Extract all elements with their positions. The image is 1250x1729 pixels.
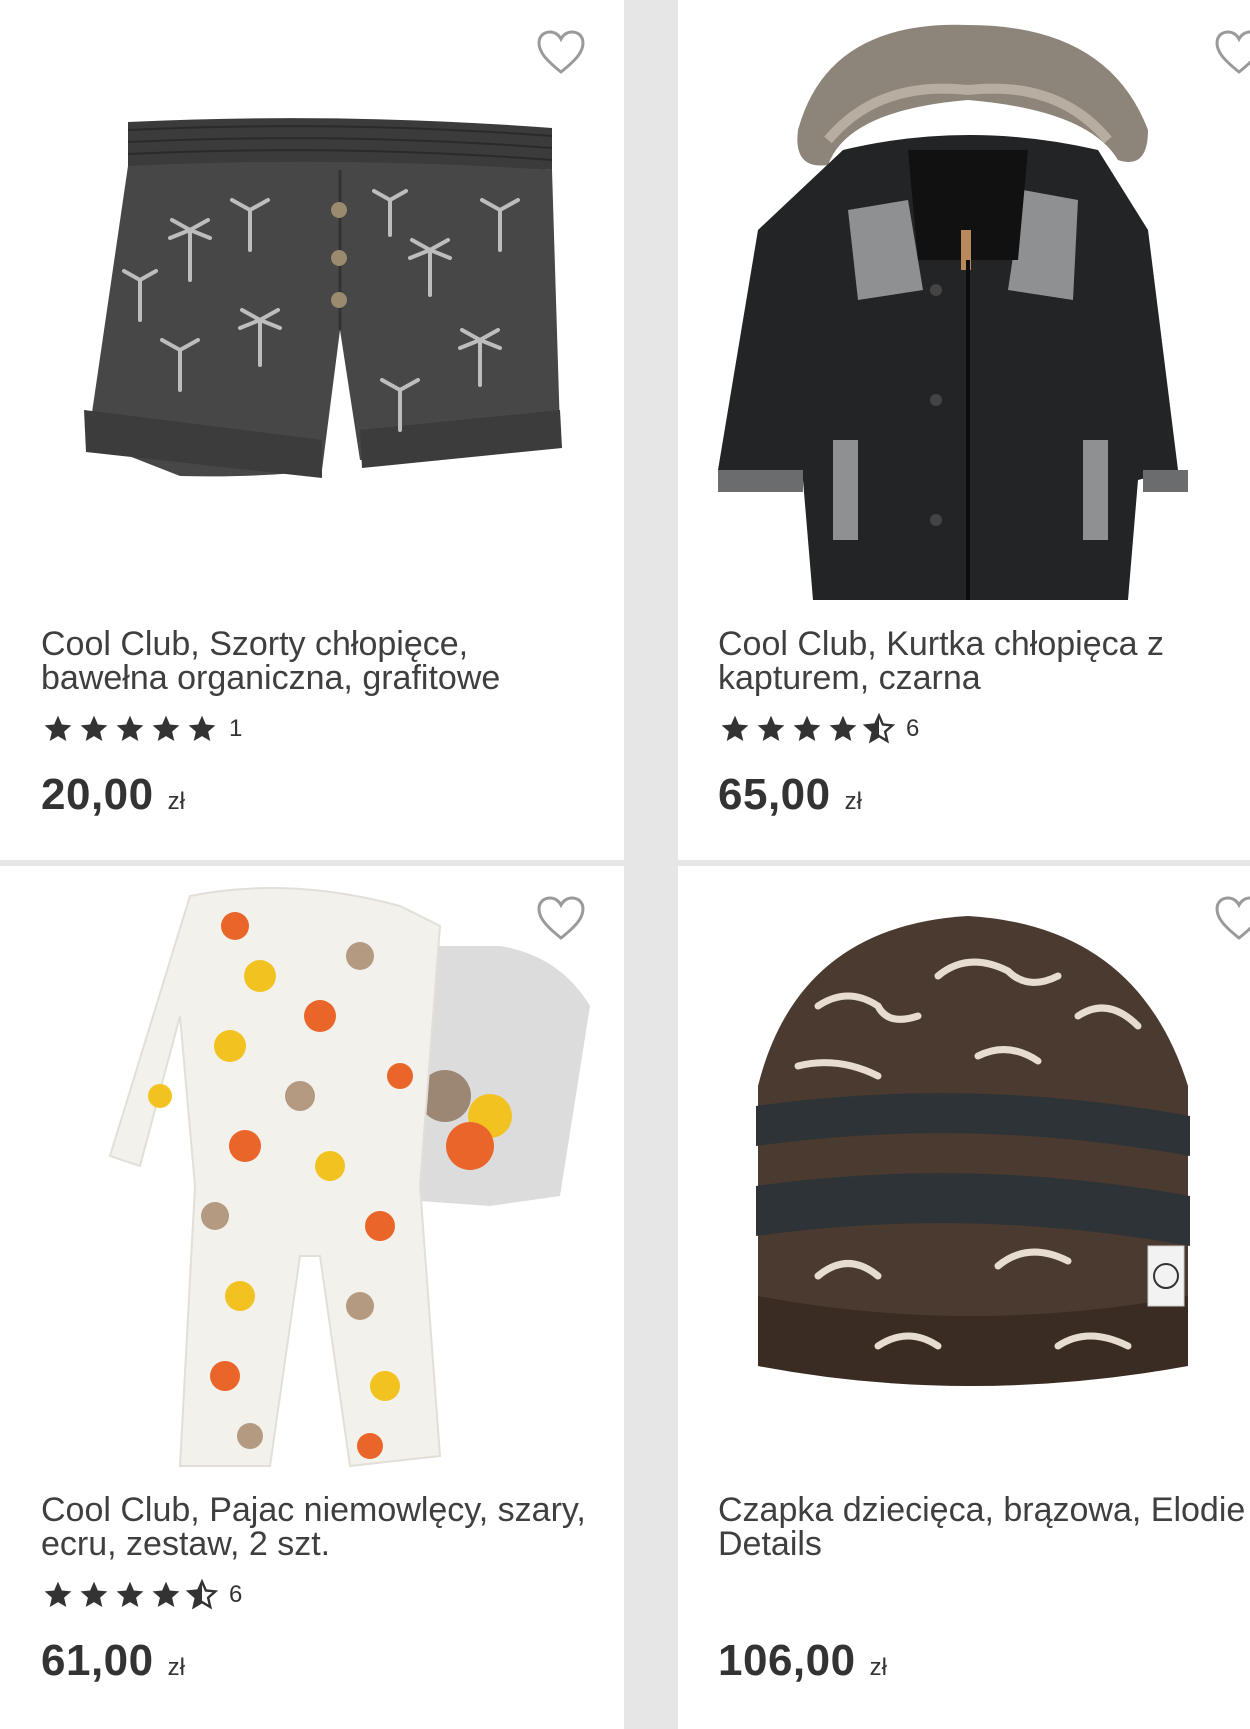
- heart-icon[interactable]: [1214, 896, 1250, 942]
- price-currency: zł: [869, 1654, 887, 1681]
- product-title[interactable]: Czapka dziecięca, brązowa, Elodie Detail…: [718, 1493, 1250, 1561]
- product-rating: 6: [718, 713, 919, 745]
- product-rating: 6: [41, 1579, 242, 1611]
- star-icon: [793, 715, 821, 741]
- rating-count: 1: [229, 715, 243, 742]
- price-currency: zł: [167, 788, 185, 815]
- star-icon: [188, 715, 216, 741]
- product-price: 61,00 zł: [41, 1636, 185, 1686]
- product-title[interactable]: Cool Club, Kurtka chłopięca z kapturem, …: [718, 627, 1250, 695]
- star-icon: [721, 715, 749, 741]
- price-value: 61,00: [41, 1636, 154, 1685]
- price-currency: zł: [167, 1654, 185, 1681]
- price-value: 65,00: [718, 770, 831, 819]
- product-title[interactable]: Cool Club, Pajac niemowlęcy, szary, ecru…: [41, 1493, 601, 1561]
- star-icon: [152, 715, 180, 741]
- price-currency: zł: [844, 788, 862, 815]
- star-icon: [116, 1581, 144, 1607]
- product-image-shorts[interactable]: [0, 0, 624, 610]
- heart-icon[interactable]: [536, 30, 586, 76]
- star-icon: [44, 715, 72, 741]
- product-card[interactable]: Czapka dziecięca, brązowa, Elodie Detail…: [678, 866, 1250, 1729]
- star-icon: [116, 715, 144, 741]
- heart-icon[interactable]: [536, 896, 586, 942]
- product-price: 20,00 zł: [41, 770, 185, 820]
- price-value: 106,00: [718, 1636, 856, 1685]
- heart-icon[interactable]: [1214, 30, 1250, 76]
- product-card[interactable]: Cool Club, Szorty chłopięce, bawełna org…: [0, 0, 624, 860]
- product-price: 106,00 zł: [718, 1636, 887, 1686]
- rating-count: 6: [229, 1581, 243, 1608]
- star-half-icon: [862, 713, 896, 744]
- product-rating: 1: [41, 713, 242, 745]
- star-icon: [757, 715, 785, 741]
- product-price: 65,00 zł: [718, 770, 862, 820]
- price-value: 20,00: [41, 770, 154, 819]
- product-image-romper[interactable]: [0, 866, 624, 1476]
- star-half-icon: [185, 1579, 219, 1610]
- star-icon: [80, 715, 108, 741]
- star-icon: [80, 1581, 108, 1607]
- product-card[interactable]: Cool Club, Kurtka chłopięca z kapturem, …: [678, 0, 1250, 860]
- product-card[interactable]: Cool Club, Pajac niemowlęcy, szary, ecru…: [0, 866, 624, 1729]
- star-icon: [44, 1581, 72, 1607]
- star-icon: [152, 1581, 180, 1607]
- rating-count: 6: [906, 715, 920, 742]
- product-title[interactable]: Cool Club, Szorty chłopięce, bawełna org…: [41, 627, 601, 695]
- product-image-beanie[interactable]: [678, 866, 1250, 1476]
- product-image-jacket[interactable]: [678, 0, 1250, 610]
- star-icon: [829, 715, 857, 741]
